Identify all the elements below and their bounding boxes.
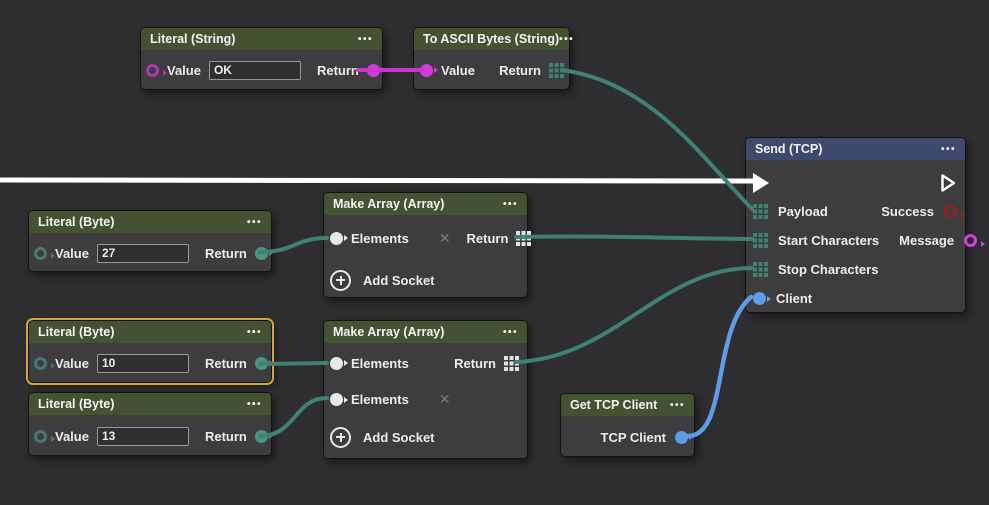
- success-output-port[interactable]: [944, 205, 957, 218]
- wire-exec-flow[interactable]: [0, 180, 754, 181]
- node-make-array-1[interactable]: Make Array (Array) ••• Elements ✕ Return…: [323, 192, 528, 298]
- value-label: Value: [55, 356, 89, 371]
- wire-client[interactable]: [688, 297, 751, 436]
- payload-label: Payload: [778, 204, 828, 219]
- elements-label-2: Elements: [351, 392, 409, 407]
- remove-socket-button[interactable]: ✕: [439, 230, 451, 247]
- tcp-client-label: TCP Client: [601, 430, 667, 445]
- wire-byte10-to-array2[interactable]: [260, 363, 327, 364]
- message-output-port[interactable]: [964, 234, 977, 247]
- value-input[interactable]: [97, 354, 189, 373]
- elements-input-port[interactable]: [330, 232, 343, 245]
- node-title: Get TCP Client: [570, 398, 657, 412]
- remove-socket-button[interactable]: ✕: [439, 391, 451, 408]
- message-label: Message: [899, 233, 954, 248]
- node-literal-string[interactable]: Literal (String) ••• Value Return: [140, 27, 383, 90]
- add-socket-icon[interactable]: [330, 427, 351, 448]
- node-send-tcp[interactable]: Send (TCP) ••• Payload Success Start Cha…: [745, 137, 966, 313]
- return-label: Return: [499, 63, 541, 78]
- node-make-array-2[interactable]: Make Array (Array) ••• Elements Return E…: [323, 320, 528, 459]
- return-label: Return: [205, 246, 247, 261]
- elements-label: Elements: [351, 231, 409, 246]
- node-menu-button[interactable]: •••: [247, 327, 262, 338]
- node-menu-button[interactable]: •••: [670, 400, 685, 411]
- value-input[interactable]: [209, 61, 301, 80]
- node-menu-button[interactable]: •••: [503, 327, 518, 338]
- success-label: Success: [881, 204, 934, 219]
- exec-output-port[interactable]: [940, 173, 957, 193]
- start-characters-input-port[interactable]: [753, 233, 768, 248]
- node-title: Literal (Byte): [38, 397, 114, 411]
- payload-input-port[interactable]: [753, 204, 768, 219]
- node-header[interactable]: Literal (Byte) •••: [29, 321, 271, 343]
- stop-characters-input-port[interactable]: [753, 262, 768, 277]
- node-literal-byte-10[interactable]: Literal (Byte) ••• Value Return: [28, 320, 272, 383]
- value-input-port[interactable]: [34, 430, 47, 443]
- node-literal-byte-13[interactable]: Literal (Byte) ••• Value Return: [28, 392, 272, 456]
- node-literal-byte-27[interactable]: Literal (Byte) ••• Value Return: [28, 210, 272, 272]
- node-editor-canvas[interactable]: Literal (String) ••• Value Return To ASC…: [0, 0, 989, 505]
- wire-array1-to-start[interactable]: [516, 236, 752, 239]
- client-label: Client: [776, 291, 812, 306]
- value-input-port[interactable]: [146, 64, 159, 77]
- node-menu-button[interactable]: •••: [247, 217, 262, 228]
- start-characters-label: Start Characters: [778, 233, 879, 248]
- node-to-ascii-bytes[interactable]: To ASCII Bytes (String) ••• Value Return: [413, 27, 570, 90]
- add-socket-icon[interactable]: [330, 270, 351, 291]
- value-input-port[interactable]: [34, 247, 47, 260]
- value-label: Value: [55, 246, 89, 261]
- return-label: Return: [467, 231, 509, 246]
- node-header[interactable]: Make Array (Array) •••: [324, 321, 527, 343]
- return-label: Return: [454, 356, 496, 371]
- node-header[interactable]: Literal (Byte) •••: [29, 211, 271, 233]
- node-header[interactable]: Make Array (Array) •••: [324, 193, 527, 215]
- node-title: Make Array (Array): [333, 197, 444, 211]
- elements-input-port-2[interactable]: [330, 393, 343, 406]
- add-socket-label[interactable]: Add Socket: [363, 430, 435, 445]
- return-label: Return: [317, 63, 359, 78]
- node-title: Send (TCP): [755, 142, 822, 156]
- node-title: Literal (Byte): [38, 215, 114, 229]
- value-label: Value: [441, 63, 475, 78]
- elements-input-port-1[interactable]: [330, 357, 343, 370]
- node-header[interactable]: To ASCII Bytes (String) •••: [414, 28, 569, 50]
- value-input[interactable]: [97, 427, 189, 446]
- return-label: Return: [205, 429, 247, 444]
- wire-ascii-to-payload[interactable]: [562, 70, 752, 209]
- value-label: Value: [167, 63, 201, 78]
- node-title: Literal (Byte): [38, 325, 114, 339]
- stop-characters-label: Stop Characters: [778, 262, 878, 277]
- node-header[interactable]: Literal (Byte) •••: [29, 393, 271, 415]
- return-label: Return: [205, 356, 247, 371]
- node-get-tcp-client[interactable]: Get TCP Client ••• TCP Client: [560, 393, 695, 457]
- client-input-port[interactable]: [753, 292, 766, 305]
- node-menu-button[interactable]: •••: [941, 144, 956, 155]
- node-title: Literal (String): [150, 32, 235, 46]
- node-title: To ASCII Bytes (String): [423, 32, 559, 46]
- node-header[interactable]: Literal (String) •••: [141, 28, 382, 50]
- node-menu-button[interactable]: •••: [503, 199, 518, 210]
- node-menu-button[interactable]: •••: [358, 34, 373, 45]
- add-socket-label[interactable]: Add Socket: [363, 273, 435, 288]
- node-header[interactable]: Get TCP Client •••: [561, 394, 694, 416]
- value-input[interactable]: [97, 244, 189, 263]
- value-label: Value: [55, 429, 89, 444]
- value-input-port[interactable]: [34, 357, 47, 370]
- node-title: Make Array (Array): [333, 325, 444, 339]
- elements-label-1: Elements: [351, 356, 409, 371]
- wire-array2-to-stop[interactable]: [516, 268, 752, 362]
- node-header[interactable]: Send (TCP) •••: [746, 138, 965, 160]
- node-menu-button[interactable]: •••: [559, 34, 574, 45]
- node-menu-button[interactable]: •••: [247, 399, 262, 410]
